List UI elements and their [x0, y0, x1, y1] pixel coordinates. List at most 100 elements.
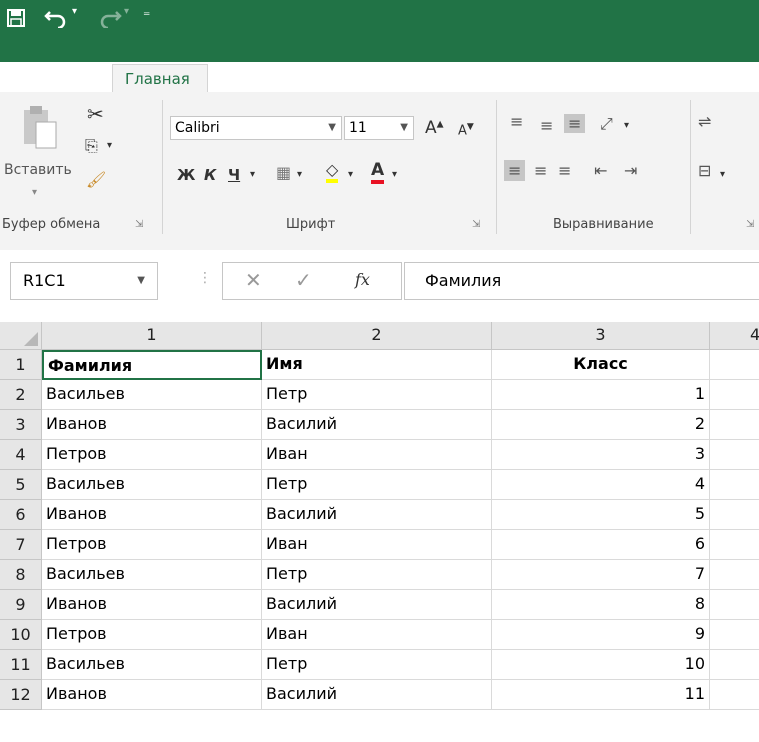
paste-button[interactable]: Вставить	[4, 162, 72, 178]
cut-icon[interactable]: ✂	[87, 102, 104, 126]
underline-dropdown-icon[interactable]: ▾	[250, 169, 255, 180]
tab-file[interactable]: Файл	[26, 62, 67, 92]
row-header[interactable]: 6	[0, 500, 42, 530]
cell-name[interactable]: Иван	[262, 440, 492, 470]
redo-dropdown-icon[interactable]: ▾	[124, 6, 129, 17]
paste-icon[interactable]	[20, 104, 60, 150]
borders-dropdown-icon[interactable]: ▾	[297, 169, 302, 180]
wrap-text-icon[interactable]: ⇌	[698, 112, 711, 131]
chevron-down-icon[interactable]: ▼	[137, 263, 145, 299]
undo-icon[interactable]	[44, 6, 70, 28]
cell-surname[interactable]: Петров	[42, 530, 262, 560]
cell-class[interactable]: 9	[492, 620, 710, 650]
column-header-1[interactable]: 1	[42, 322, 262, 350]
cell-empty[interactable]	[710, 560, 759, 590]
format-painter-icon[interactable]: 🖌	[86, 170, 106, 189]
increase-font-icon[interactable]: A▲	[425, 118, 444, 138]
decrease-font-icon[interactable]: A▼	[458, 122, 474, 138]
cell-class[interactable]: 8	[492, 590, 710, 620]
cell-class[interactable]: 2	[492, 410, 710, 440]
cell-surname[interactable]: Иванов	[42, 590, 262, 620]
cell-surname[interactable]: Петров	[42, 440, 262, 470]
cell-surname[interactable]: Васильев	[42, 380, 262, 410]
insert-function-icon[interactable]: fx	[355, 270, 370, 289]
cell-name[interactable]: Василий	[262, 410, 492, 440]
cell-name[interactable]: Василий	[262, 590, 492, 620]
column-header-4[interactable]: 4	[710, 322, 759, 350]
cell-class[interactable]: 1	[492, 380, 710, 410]
cell-name[interactable]: Петр	[262, 650, 492, 680]
cell-surname[interactable]: Васильев	[42, 470, 262, 500]
row-header[interactable]: 9	[0, 590, 42, 620]
copy-icon[interactable]: ⎘	[85, 136, 98, 156]
cell-class[interactable]: 3	[492, 440, 710, 470]
row-header[interactable]: 1	[0, 350, 42, 380]
cell-surname[interactable]: Иванов	[42, 410, 262, 440]
tab-formulas[interactable]: Формулы	[575, 62, 648, 92]
row-header[interactable]: 7	[0, 530, 42, 560]
alignment-launcher-icon[interactable]: ⇲	[746, 219, 754, 230]
cell-empty[interactable]	[710, 470, 759, 500]
row-header[interactable]: 2	[0, 380, 42, 410]
merge-center-icon[interactable]: ⊟	[698, 161, 711, 180]
font-name-select[interactable]: Calibri ▼	[170, 116, 342, 140]
cell-empty[interactable]	[710, 410, 759, 440]
undo-dropdown-icon[interactable]: ▾	[72, 6, 77, 17]
cell-empty[interactable]	[710, 350, 759, 380]
increase-indent-icon[interactable]: ⇥	[624, 161, 637, 180]
row-header[interactable]: 5	[0, 470, 42, 500]
cell-empty[interactable]	[710, 620, 759, 650]
tab-page-layout[interactable]: Разметка страницы	[356, 62, 512, 92]
cell-name[interactable]: Василий	[262, 500, 492, 530]
cell-surname[interactable]: Фамилия	[42, 350, 262, 380]
row-header[interactable]: 12	[0, 680, 42, 710]
cell-surname[interactable]: Иванов	[42, 500, 262, 530]
column-header-2[interactable]: 2	[262, 322, 492, 350]
save-icon[interactable]	[6, 8, 26, 28]
align-middle-icon[interactable]: ≡	[540, 116, 553, 135]
align-left-icon[interactable]: ≡	[504, 160, 526, 181]
cell-name[interactable]: Петр	[262, 380, 492, 410]
cell-surname[interactable]: Васильев	[42, 560, 262, 590]
customize-toolbar-icon[interactable]: ₌	[143, 4, 150, 20]
align-right-icon[interactable]: ≡	[558, 161, 571, 180]
cell-empty[interactable]	[710, 500, 759, 530]
align-center-icon[interactable]: ≡	[534, 161, 547, 180]
clipboard-launcher-icon[interactable]: ⇲	[135, 219, 143, 230]
cell-class[interactable]: 5	[492, 500, 710, 530]
font-launcher-icon[interactable]: ⇲	[472, 219, 480, 230]
row-header[interactable]: 8	[0, 560, 42, 590]
row-header[interactable]: 3	[0, 410, 42, 440]
cell-empty[interactable]	[710, 530, 759, 560]
copy-dropdown-icon[interactable]: ▾	[107, 140, 112, 151]
formula-input[interactable]: Фамилия	[404, 262, 759, 300]
tab-data[interactable]: Данн	[708, 62, 749, 92]
font-size-select[interactable]: 11 ▼	[344, 116, 414, 140]
cell-class[interactable]: 4	[492, 470, 710, 500]
merge-dropdown-icon[interactable]: ▾	[720, 169, 725, 180]
cell-empty[interactable]	[710, 650, 759, 680]
cell-name[interactable]: Иван	[262, 620, 492, 650]
tab-home[interactable]: Главная	[112, 64, 208, 94]
underline-button[interactable]: Ч	[228, 166, 240, 184]
cancel-icon[interactable]: ✕	[245, 268, 262, 292]
cell-class[interactable]: 7	[492, 560, 710, 590]
column-header-3[interactable]: 3	[492, 322, 710, 350]
cell-class[interactable]: 6	[492, 530, 710, 560]
cell-class[interactable]: 10	[492, 650, 710, 680]
borders-icon[interactable]: ▦	[276, 163, 291, 182]
cell-surname[interactable]: Иванов	[42, 680, 262, 710]
font-color-icon[interactable]: A	[371, 160, 385, 184]
splitter-icon[interactable]: ⋮	[198, 270, 212, 286]
cell-name[interactable]: Петр	[262, 560, 492, 590]
cell-name[interactable]: Василий	[262, 680, 492, 710]
row-header[interactable]: 10	[0, 620, 42, 650]
decrease-indent-icon[interactable]: ⇤	[594, 161, 607, 180]
italic-button[interactable]: К	[204, 166, 216, 184]
cell-surname[interactable]: Петров	[42, 620, 262, 650]
cell-surname[interactable]: Васильев	[42, 650, 262, 680]
cell-name[interactable]: Имя	[262, 350, 492, 380]
cell-empty[interactable]	[710, 680, 759, 710]
row-header[interactable]: 11	[0, 650, 42, 680]
cell-empty[interactable]	[710, 380, 759, 410]
